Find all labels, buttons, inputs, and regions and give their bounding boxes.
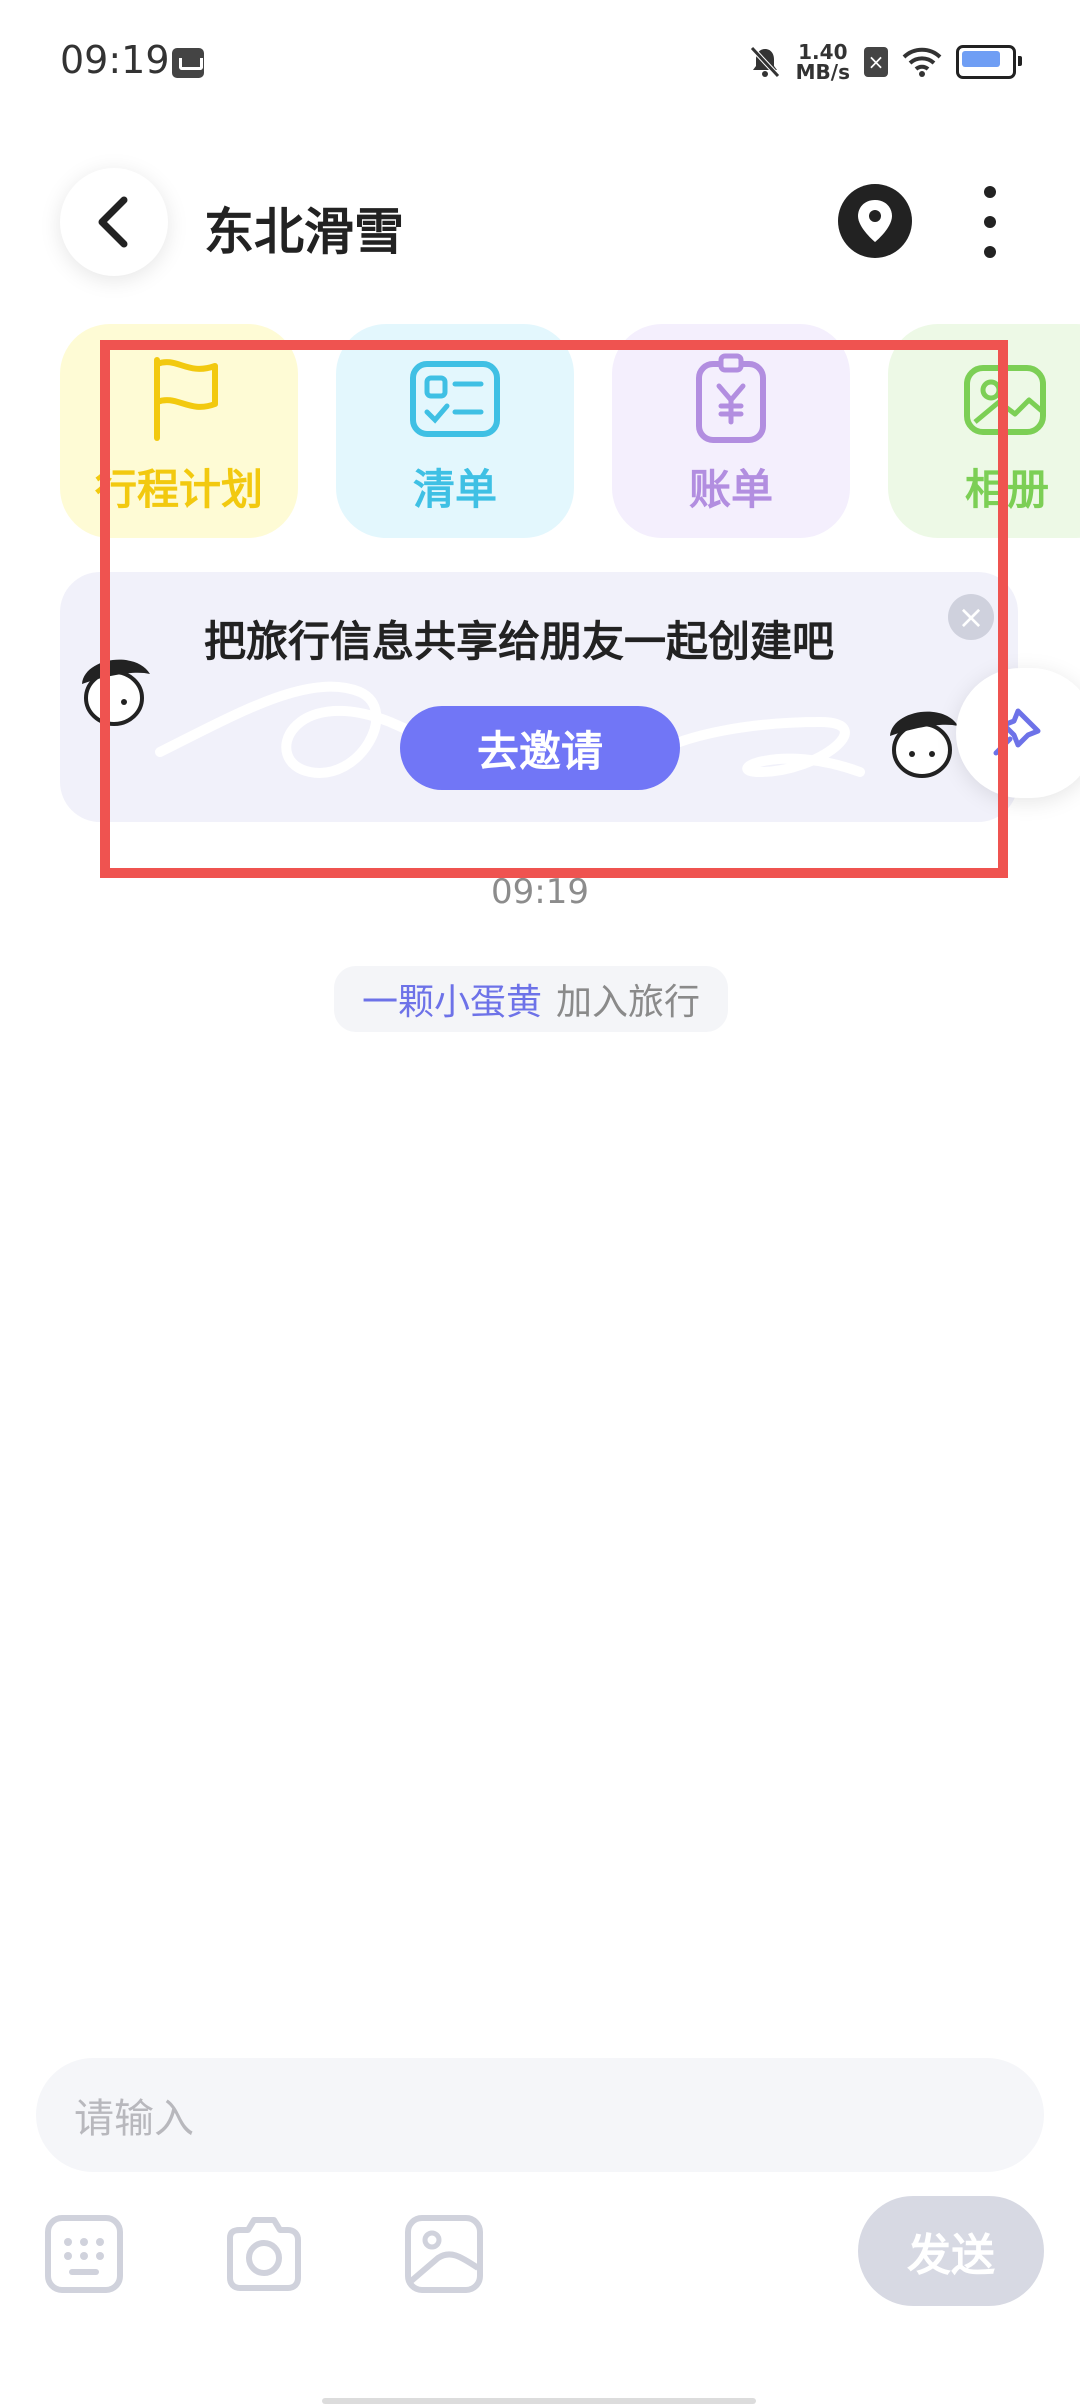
net-speed-value: 1.40 xyxy=(798,40,848,64)
sim-x-icon: × xyxy=(864,47,888,77)
battery-icon xyxy=(956,45,1022,79)
camera-button[interactable] xyxy=(222,2212,306,2296)
wifi-icon xyxy=(902,47,942,77)
location-button[interactable] xyxy=(838,184,912,258)
net-speed-unit: MB/s xyxy=(795,60,850,84)
more-button[interactable] xyxy=(962,186,1018,258)
chevron-left-icon xyxy=(98,196,128,248)
more-vertical-icon xyxy=(984,186,996,198)
image-button[interactable] xyxy=(402,2212,486,2296)
mail-icon xyxy=(172,48,204,78)
mute-bell-icon xyxy=(749,46,780,78)
keyboard-icon xyxy=(45,2215,123,2293)
send-button[interactable]: 发送 xyxy=(858,2196,1044,2306)
highlight-frame xyxy=(100,340,1008,878)
back-button[interactable] xyxy=(60,168,168,276)
location-pin-icon xyxy=(858,200,892,242)
user-name-link[interactable]: 一颗小蛋黄 xyxy=(362,973,542,1025)
feed-timestamp: 09:19 xyxy=(491,872,589,912)
join-action-text: 加入旅行 xyxy=(556,982,701,1023)
camera-icon xyxy=(227,2217,301,2291)
page-title: 东北滑雪 xyxy=(204,203,404,261)
home-indicator[interactable] xyxy=(322,2398,756,2404)
system-message: 一颗小蛋黄 加入旅行 xyxy=(334,966,729,1032)
message-input[interactable]: 请输入 xyxy=(36,2058,1044,2172)
keyboard-button[interactable] xyxy=(42,2212,126,2296)
status-icons: 1.40 MB/s × xyxy=(748,40,1022,84)
status-time: 09:19 xyxy=(60,38,170,82)
image-icon xyxy=(405,2215,483,2293)
net-speed: 1.40 MB/s xyxy=(796,42,850,82)
